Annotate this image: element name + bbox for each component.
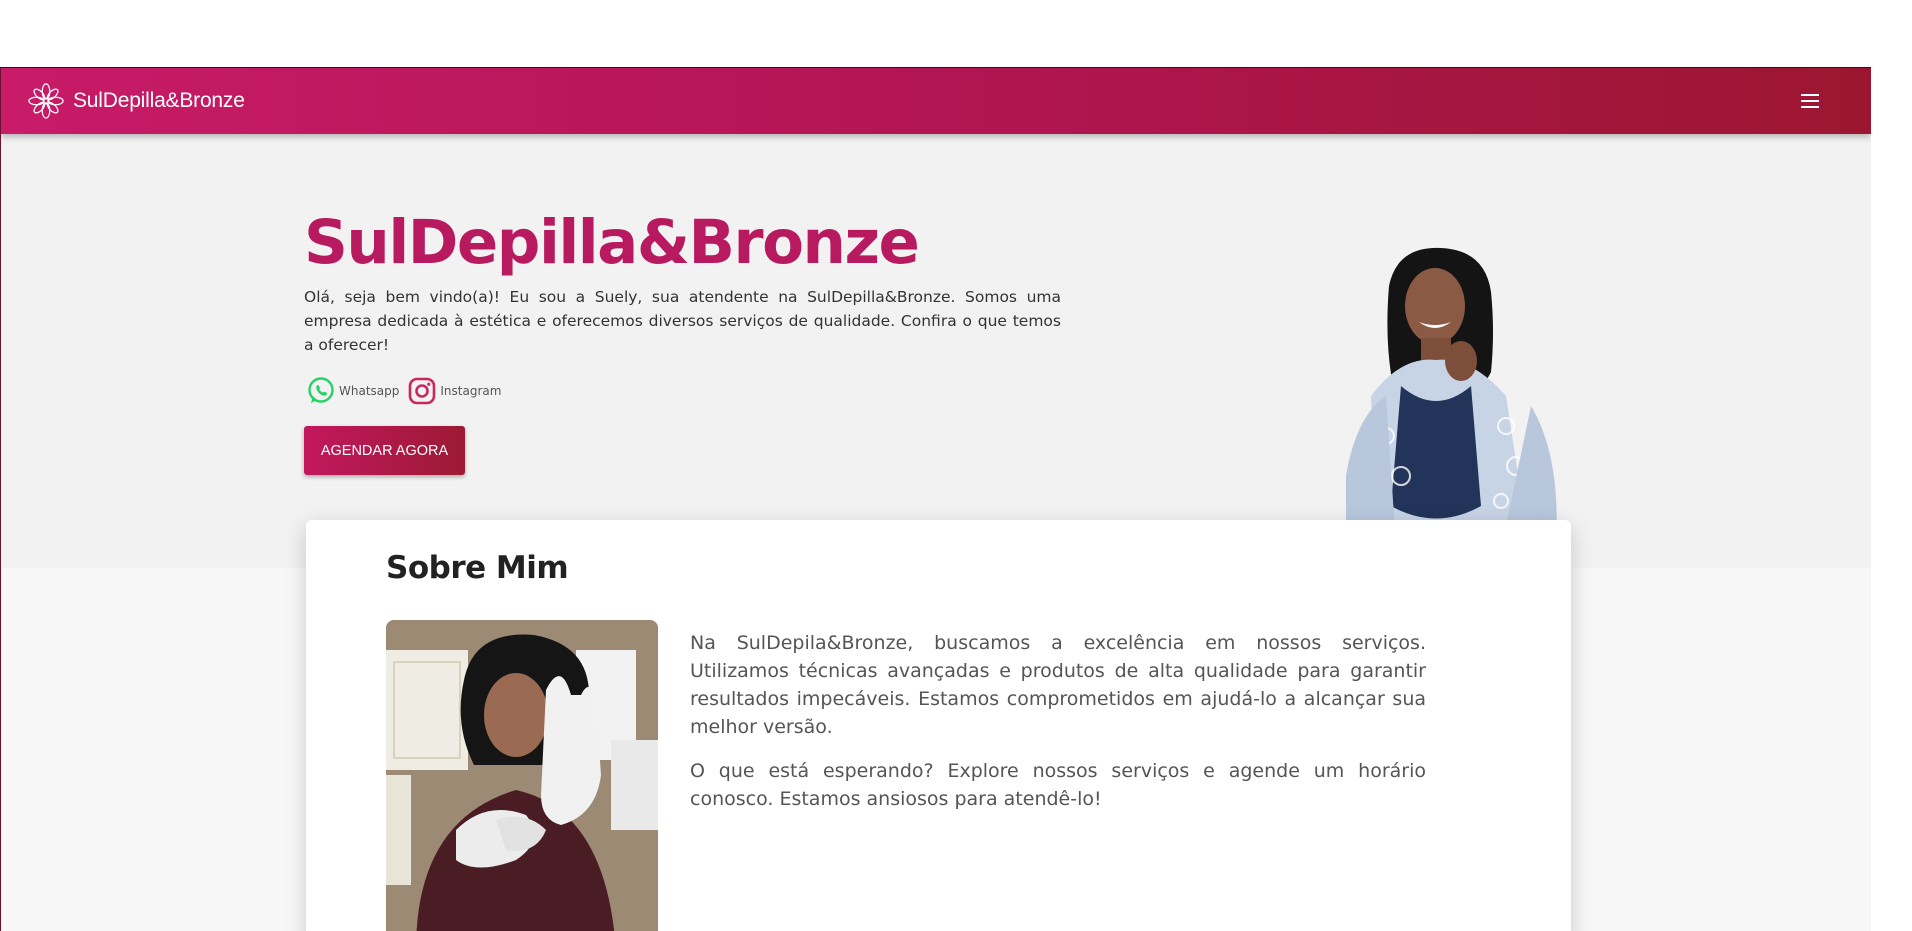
brand-name: SulDepilla&Bronze [73, 89, 245, 112]
about-photo-image [386, 620, 658, 931]
schedule-now-button[interactable]: AGENDAR AGORA [304, 426, 465, 475]
lotus-mandala-icon [28, 83, 64, 119]
about-title: Sobre Mim [386, 550, 569, 586]
about-paragraph: O que está esperando? Explore nossos ser… [690, 760, 1426, 810]
instagram-label: Instagram [440, 384, 502, 398]
hero-intro-text: Olá, seja bem vindo(a)! Eu sou a Suely, … [304, 288, 1061, 354]
whatsapp-icon [308, 377, 334, 403]
instagram-link[interactable]: Instagram [407, 376, 501, 406]
instagram-icon [409, 377, 436, 405]
hamburger-menu-icon[interactable] [1801, 94, 1819, 108]
about-paragraph: Na SulDepila&Bronze, buscamos a excelênc… [690, 632, 1426, 738]
social-links: Whatsapp Instagram [306, 376, 509, 406]
whatsapp-link[interactable]: Whatsapp [306, 376, 399, 406]
about-card: Sobre Mim Na SulDepila&Bronze, buscamos … [306, 520, 1571, 931]
hero-section: SulDepilla&Bronze Olá, seja bem vindo(a)… [1, 134, 1871, 570]
page-frame: SulDepilla&Bronze SulDepilla&Bronze Olá,… [0, 67, 1871, 931]
about-text: Na SulDepila&Bronze, buscamos a excelênc… [690, 629, 1426, 829]
brand-link[interactable]: SulDepilla&Bronze [27, 81, 245, 121]
hero-title: SulDepilla&Bronze [304, 207, 920, 278]
top-navbar: SulDepilla&Bronze [1, 68, 1871, 134]
whatsapp-label: Whatsapp [339, 384, 400, 398]
about-photo [386, 620, 658, 931]
